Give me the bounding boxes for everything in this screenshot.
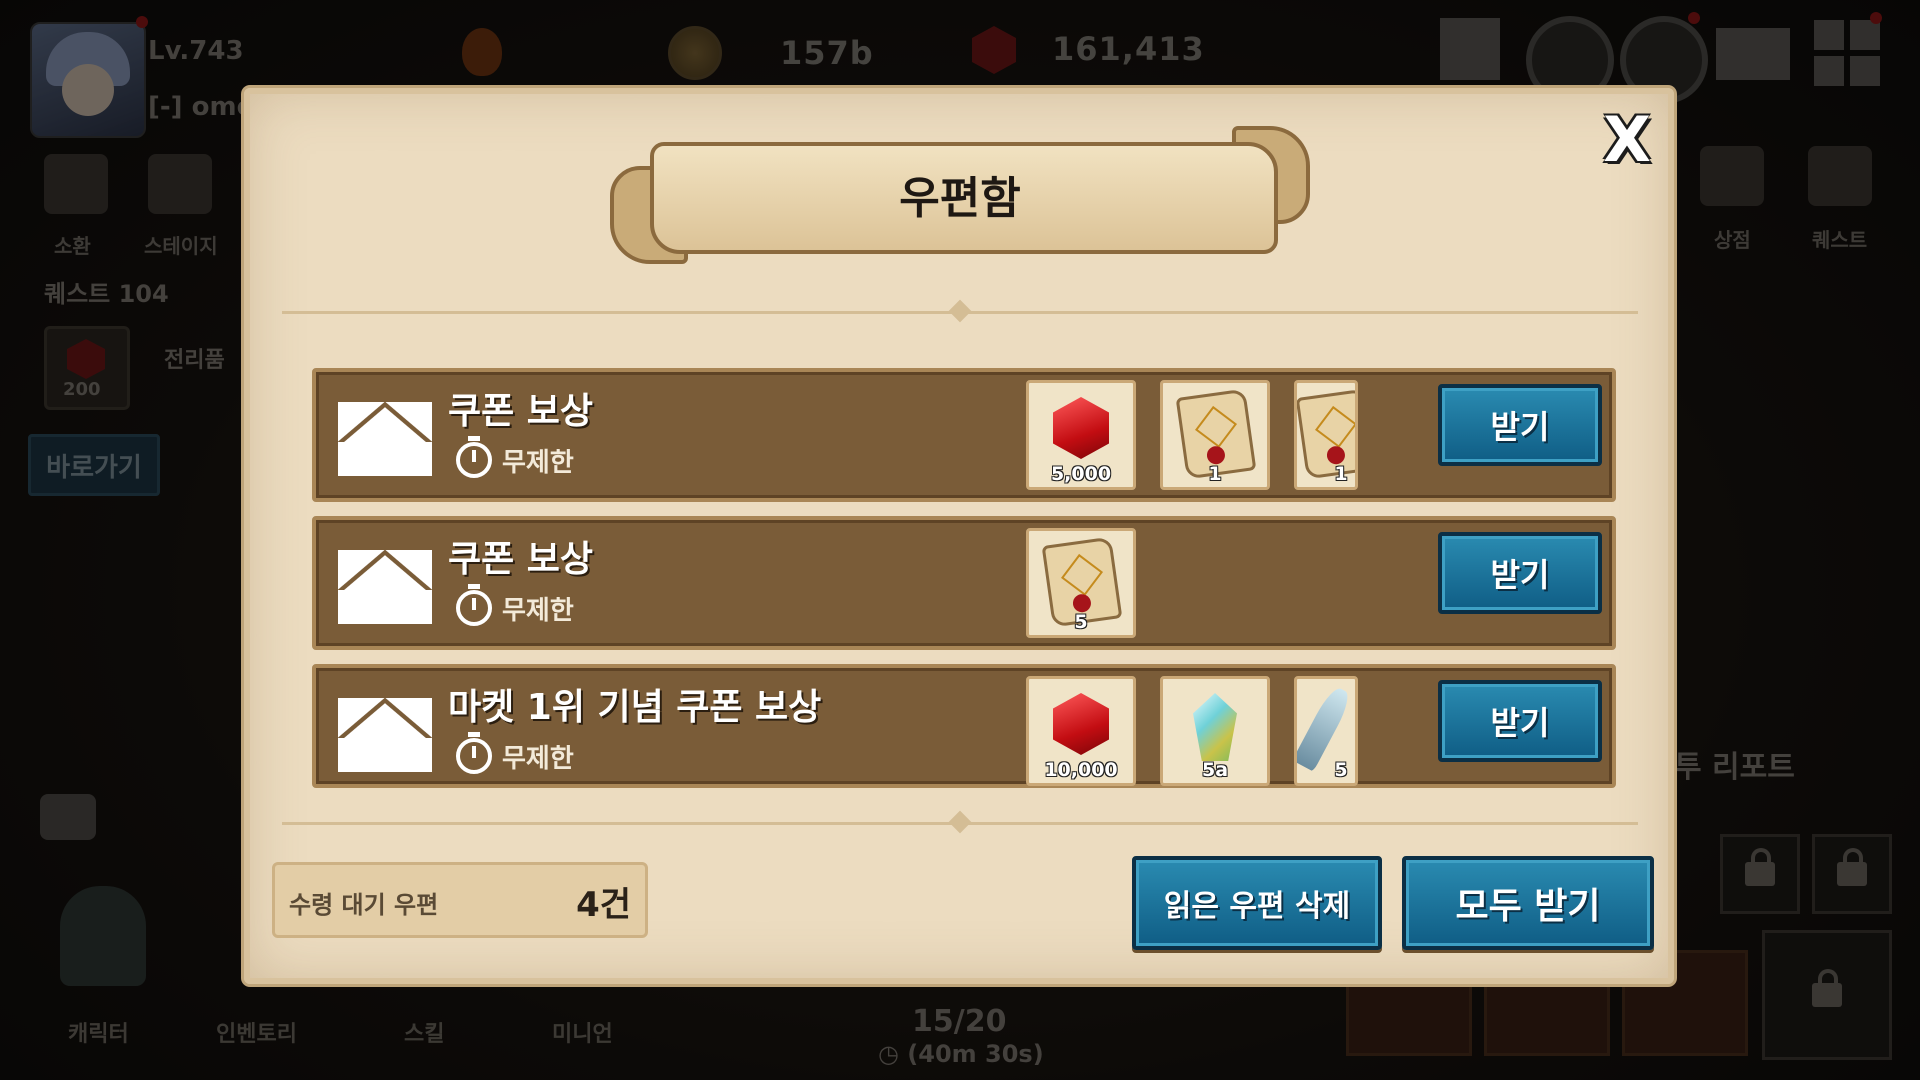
- reward-qty: 5a: [1201, 759, 1229, 781]
- envelope-icon: [338, 698, 432, 772]
- delete-read-button[interactable]: 읽은 우편 삭제: [1132, 856, 1382, 950]
- pending-mail-counter: 수령 대기 우편 4건: [272, 862, 648, 938]
- mail-title: 쿠폰 보상: [448, 539, 594, 580]
- ruby-icon: [1053, 397, 1109, 459]
- mail-title: 쿠폰 보상: [448, 391, 594, 432]
- reward-qty: 1: [1334, 463, 1348, 485]
- title-banner: 우편함: [610, 116, 1310, 266]
- timer-icon: [456, 584, 492, 626]
- timer-icon: [456, 732, 492, 774]
- timer-icon: [456, 436, 492, 478]
- mail-title: 마켓 1위 기념 쿠폰 보상: [448, 687, 822, 728]
- reward-slot[interactable]: 5: [1026, 528, 1136, 638]
- reward-qty: 1: [1208, 463, 1222, 485]
- reward-qty: 5: [1334, 759, 1348, 781]
- mail-expiry: 무제한: [502, 448, 574, 478]
- claim-button[interactable]: 받기: [1438, 532, 1602, 614]
- pending-label: 수령 대기 우편: [289, 891, 439, 919]
- reward-qty: 5,000: [1050, 463, 1112, 485]
- mail-expiry: 무제한: [502, 596, 574, 626]
- reward-qty: 5: [1074, 611, 1088, 633]
- mail-expiry: 무제한: [502, 744, 574, 774]
- claim-button[interactable]: 받기: [1438, 680, 1602, 762]
- mail-item: 쿠폰 보상 무제한 5,000 1 1 받기: [312, 368, 1616, 502]
- envelope-icon: [338, 550, 432, 624]
- envelope-icon: [338, 402, 432, 476]
- claim-button[interactable]: 받기: [1438, 384, 1602, 466]
- crystal-icon: [1193, 693, 1237, 761]
- reward-slot[interactable]: 1: [1160, 380, 1270, 490]
- pending-count: 4건: [576, 885, 631, 925]
- divider: [282, 810, 1638, 834]
- reward-qty: 10,000: [1044, 759, 1118, 781]
- reward-slot[interactable]: 5a: [1160, 676, 1270, 786]
- ruby-icon: [1053, 693, 1109, 755]
- claim-all-button[interactable]: 모두 받기: [1402, 856, 1654, 950]
- reward-slot[interactable]: 5: [1294, 676, 1358, 786]
- mail-item: 쿠폰 보상 무제한 5 받기: [312, 516, 1616, 650]
- mail-item: 마켓 1위 기념 쿠폰 보상 무제한 10,000 5a 5 받기: [312, 664, 1616, 788]
- reward-slot[interactable]: 1: [1294, 380, 1358, 490]
- reward-slot[interactable]: 10,000: [1026, 676, 1136, 786]
- divider: [282, 299, 1638, 323]
- mailbox-title: 우편함: [899, 173, 1021, 224]
- reward-slot[interactable]: 5,000: [1026, 380, 1136, 490]
- close-button[interactable]: X: [1600, 108, 1654, 172]
